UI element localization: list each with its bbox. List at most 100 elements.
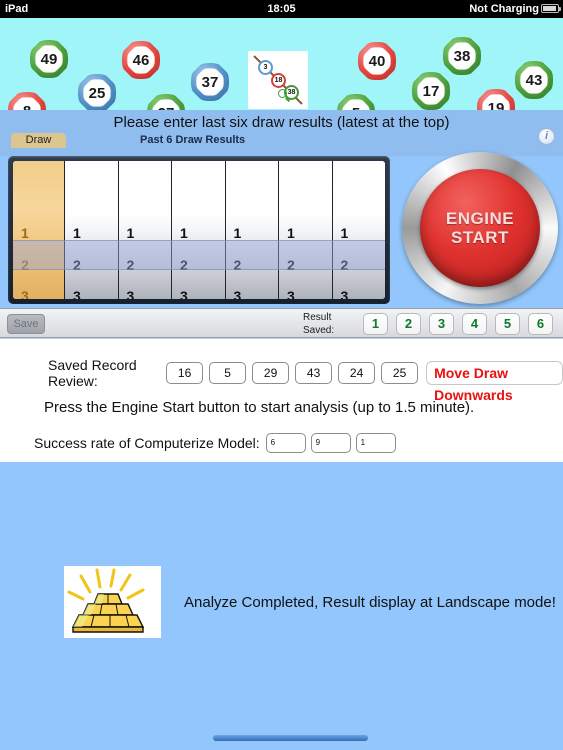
- success-rate-field-1[interactable]: 6: [265, 433, 306, 453]
- lottery-ball: 46: [122, 41, 160, 79]
- lottery-ball: 40: [358, 42, 396, 80]
- success-rate-row: Success rate of Computerize Model: 6 9 1: [0, 433, 563, 453]
- ball-number: 17: [422, 82, 440, 100]
- picker-wheels[interactable]: 1 2 3 1 2 3 1 2 3 1 2 3 1 2 3 1 2 3 1 2 …: [13, 161, 385, 299]
- result-saved-label: Result Saved:: [303, 311, 334, 337]
- picker-column-2[interactable]: 1 2 3: [118, 161, 172, 299]
- mini-ball-number: 3: [263, 64, 268, 71]
- result-button-3[interactable]: 3: [429, 313, 454, 335]
- picker-value: 3: [340, 288, 349, 299]
- ball-number: 49: [40, 50, 58, 68]
- instruction-banner: Please enter last six draw results (late…: [0, 110, 563, 156]
- result-button-6[interactable]: 6: [528, 313, 553, 335]
- lottery-ball: 19: [477, 89, 515, 110]
- success-rate-field-2[interactable]: 9: [310, 433, 351, 453]
- content-panel: Saved Record Review: 16 5 29 43 24 25 Mo…: [0, 338, 563, 462]
- picker-value: 1: [340, 225, 349, 241]
- lottery-ball: 5: [337, 94, 375, 110]
- ball-number: 43: [525, 71, 543, 89]
- review-value-1[interactable]: 16: [166, 362, 204, 384]
- review-value-6[interactable]: 25: [381, 362, 419, 384]
- press-instruction-text: Press the Engine Start button to start a…: [44, 399, 475, 416]
- picker-value: 2: [340, 257, 349, 273]
- past-draws-label: Past 6 Draw Results: [140, 134, 246, 146]
- success-rate-field-3[interactable]: 1: [355, 433, 396, 453]
- lottery-ball: 25: [78, 74, 116, 110]
- picker-value: 2: [21, 257, 29, 273]
- success-rate-fields: 6 9 1: [265, 433, 396, 453]
- picker-value: 1: [73, 225, 81, 241]
- picker-value: 1: [126, 225, 135, 241]
- picker-column-4[interactable]: 1 2 3: [225, 161, 279, 299]
- picker-value: 3: [287, 288, 295, 299]
- ball-number: 38: [453, 47, 471, 65]
- picker-value: 2: [233, 257, 242, 273]
- ball-number: 37: [201, 73, 219, 91]
- engine-label-line2: START: [451, 228, 509, 247]
- gold-bars-image: [64, 566, 161, 638]
- picker-value: 1: [180, 225, 188, 241]
- engine-start-label: ENGINE START: [446, 209, 514, 247]
- review-value-3[interactable]: 29: [252, 362, 290, 384]
- magnifier-icon: [278, 89, 287, 98]
- ball-number: 40: [368, 52, 386, 70]
- scroll-indicator[interactable]: [212, 734, 369, 742]
- analysis-complete-message: Analyze Completed, Result display at Lan…: [184, 594, 556, 611]
- move-draw-downwards-button[interactable]: Move Draw Downwards: [426, 361, 563, 403]
- review-value-2[interactable]: 5: [209, 362, 247, 384]
- picker-value: 3: [73, 288, 81, 299]
- picker-value: 1: [287, 225, 295, 241]
- saved-record-review-label: Saved Record Review:: [48, 357, 137, 389]
- engine-start-button[interactable]: ENGINE START: [402, 152, 558, 304]
- mini-ball-number: 18: [274, 77, 283, 84]
- lottery-ball: 17: [412, 72, 450, 110]
- draw-results-picker[interactable]: 1 2 3 1 2 3 1 2 3 1 2 3 1 2 3 1 2 3 1 2 …: [8, 156, 390, 304]
- picker-column-6[interactable]: 1 2 3: [332, 161, 385, 299]
- engine-start-inner[interactable]: ENGINE START: [420, 169, 540, 287]
- picker-column-5[interactable]: 1 2 3: [279, 161, 333, 299]
- status-power-label: Not Charging: [469, 3, 539, 15]
- result-saved-line2: Saved:: [303, 325, 335, 336]
- result-button-4[interactable]: 4: [462, 313, 487, 335]
- lottery-balls-header: 49 46 37 25 8 27 40 38 43 17 5 19 3 18 3…: [0, 18, 563, 110]
- picker-value: 2: [180, 257, 188, 273]
- picker-column-1[interactable]: 1 2 3: [65, 161, 119, 299]
- picker-column-draw[interactable]: 1 2 3: [13, 161, 65, 299]
- result-button-1[interactable]: 1: [363, 313, 388, 335]
- save-toolbar: Save Result Saved: 1 2 3 4 5 6: [0, 308, 563, 338]
- success-rate-label: Success rate of Computerize Model:: [34, 435, 260, 451]
- review-value-5[interactable]: 24: [338, 362, 376, 384]
- result-saved-line1: Result: [303, 312, 332, 323]
- picker-value: 1: [233, 225, 242, 241]
- picker-value: 3: [180, 288, 188, 299]
- saved-record-values: 16 5 29 43 24 25: [166, 362, 419, 384]
- mini-ball-number: 38: [287, 89, 296, 96]
- review-value-4[interactable]: 43: [295, 362, 333, 384]
- save-button[interactable]: Save: [7, 314, 45, 334]
- picker-column-3[interactable]: 1 2 3: [172, 161, 226, 299]
- picker-value: 3: [126, 288, 135, 299]
- info-icon[interactable]: i: [538, 128, 555, 145]
- lottery-ball: 8: [8, 92, 46, 110]
- result-button-5[interactable]: 5: [495, 313, 520, 335]
- draw-tab[interactable]: Draw: [11, 133, 66, 148]
- lottery-balls-magnifier-icon: 3 18 38: [248, 51, 308, 109]
- picker-value: 3: [21, 288, 29, 299]
- battery-icon: [541, 4, 561, 13]
- banner-title: Please enter last six draw results (late…: [113, 114, 450, 131]
- ball-number: 46: [132, 51, 150, 69]
- picker-value: 2: [287, 257, 295, 273]
- engine-label-line1: ENGINE: [445, 209, 515, 228]
- mini-ball-blue: 3: [258, 60, 273, 75]
- lottery-ball: 49: [30, 40, 68, 78]
- picker-value: 1: [21, 225, 29, 241]
- ball-number: 25: [88, 84, 106, 102]
- lottery-ball: 38: [443, 37, 481, 75]
- ball-number: 8: [23, 103, 31, 111]
- mini-ball-red: 18: [271, 73, 286, 88]
- status-bar: iPad 18:05 Not Charging: [0, 0, 563, 18]
- lottery-ball: 37: [191, 63, 229, 101]
- lottery-ball: 27: [147, 94, 185, 110]
- saved-record-review-row: Saved Record Review: 16 5 29 43 24 25 Mo…: [0, 357, 563, 403]
- result-button-2[interactable]: 2: [396, 313, 421, 335]
